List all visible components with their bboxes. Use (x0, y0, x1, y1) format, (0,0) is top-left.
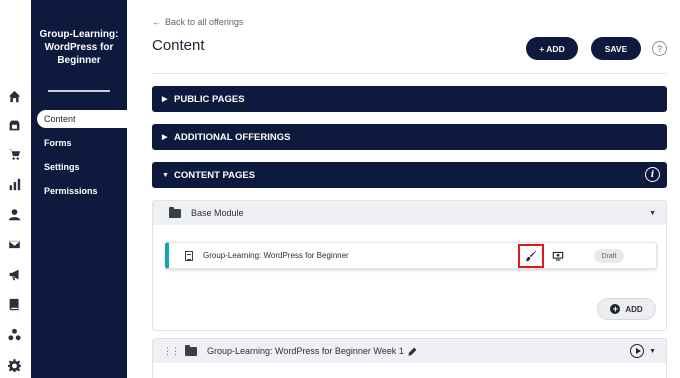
book-icon[interactable] (8, 298, 21, 311)
caret-right-icon: ▶ (162, 134, 168, 141)
sidebar-item-forms[interactable]: Forms (44, 134, 72, 152)
folder-icon (169, 206, 181, 218)
caret-down-icon[interactable]: ▼ (649, 210, 656, 217)
sidebar-item-settings[interactable]: Settings (44, 158, 80, 176)
add-content-button[interactable]: + ADD (526, 37, 578, 60)
module-header[interactable]: Base Module ▼ (153, 201, 666, 225)
back-link-label: Back to all offerings (165, 17, 244, 27)
arrow-left-icon: ← (152, 17, 161, 27)
offering-title: Group-Learning: WordPress for Beginner (39, 29, 119, 66)
module-card-week1: ⋮⋮ Group-Learning: WordPress for Beginne… (152, 338, 667, 378)
plus-circle-icon: + (610, 304, 621, 314)
cart-icon[interactable] (8, 148, 21, 161)
sidebar-divider (48, 90, 110, 92)
chart-icon[interactable] (8, 178, 21, 191)
preview-icon (552, 251, 564, 261)
brush-icon (525, 250, 537, 262)
document-icon (185, 250, 193, 261)
module-card: Base Module ▼ Group-Learning: WordPress … (152, 200, 667, 331)
sidebar-item-permissions[interactable]: Permissions (44, 182, 98, 200)
section-additional-offerings[interactable]: ▶ ADDITIONAL OFFERINGS (152, 124, 667, 150)
folder-icon (185, 344, 197, 356)
module-name: Base Module (191, 208, 244, 218)
play-circle-icon[interactable] (630, 344, 644, 358)
page-title: Content (152, 37, 205, 54)
header-divider (152, 73, 667, 74)
back-link[interactable]: ← Back to all offerings (152, 17, 243, 27)
section-label: PUBLIC PAGES (174, 93, 245, 105)
sidebar-item-content[interactable]: Content (37, 110, 127, 128)
edit-brush-button[interactable] (518, 244, 544, 268)
section-label: ADDITIONAL OFFERINGS (174, 131, 291, 143)
preview-button[interactable] (552, 251, 564, 261)
section-public-pages[interactable]: ▶ PUBLIC PAGES (152, 86, 667, 112)
mail-icon[interactable] (8, 238, 21, 251)
user-icon[interactable] (8, 208, 21, 221)
info-icon[interactable]: i (645, 167, 660, 182)
offering-sidebar: Group-Learning: WordPress for Beginner C… (31, 0, 127, 378)
lesson-title: Group-Learning: WordPress for Beginner (203, 251, 349, 260)
icon-rail (0, 0, 31, 378)
community-icon[interactable] (8, 328, 21, 341)
caret-down-icon: ▼ (162, 171, 169, 179)
add-lesson-label: ADD (625, 304, 643, 314)
home-icon[interactable] (8, 90, 21, 103)
pencil-icon[interactable] (408, 347, 417, 356)
help-icon[interactable]: ? (652, 41, 667, 56)
add-lesson-button[interactable]: + ADD (597, 298, 656, 320)
megaphone-icon[interactable] (8, 268, 21, 281)
module-name: Group-Learning: WordPress for Beginner W… (207, 346, 404, 356)
section-label: CONTENT PAGES (174, 169, 256, 181)
drag-handle-icon[interactable]: ⋮⋮ (163, 346, 180, 357)
gear-icon[interactable] (8, 359, 21, 372)
caret-down-icon[interactable]: ▼ (649, 348, 656, 355)
module-header[interactable]: ⋮⋮ Group-Learning: WordPress for Beginne… (153, 339, 666, 363)
status-badge: Draft (594, 249, 624, 263)
section-content-pages[interactable]: ▼ CONTENT PAGES i (152, 162, 667, 188)
save-button[interactable]: SAVE (591, 37, 641, 60)
caret-right-icon: ▶ (162, 96, 168, 103)
store-icon[interactable] (8, 119, 21, 132)
lesson-row[interactable]: Group-Learning: WordPress for Beginner D… (165, 242, 657, 269)
